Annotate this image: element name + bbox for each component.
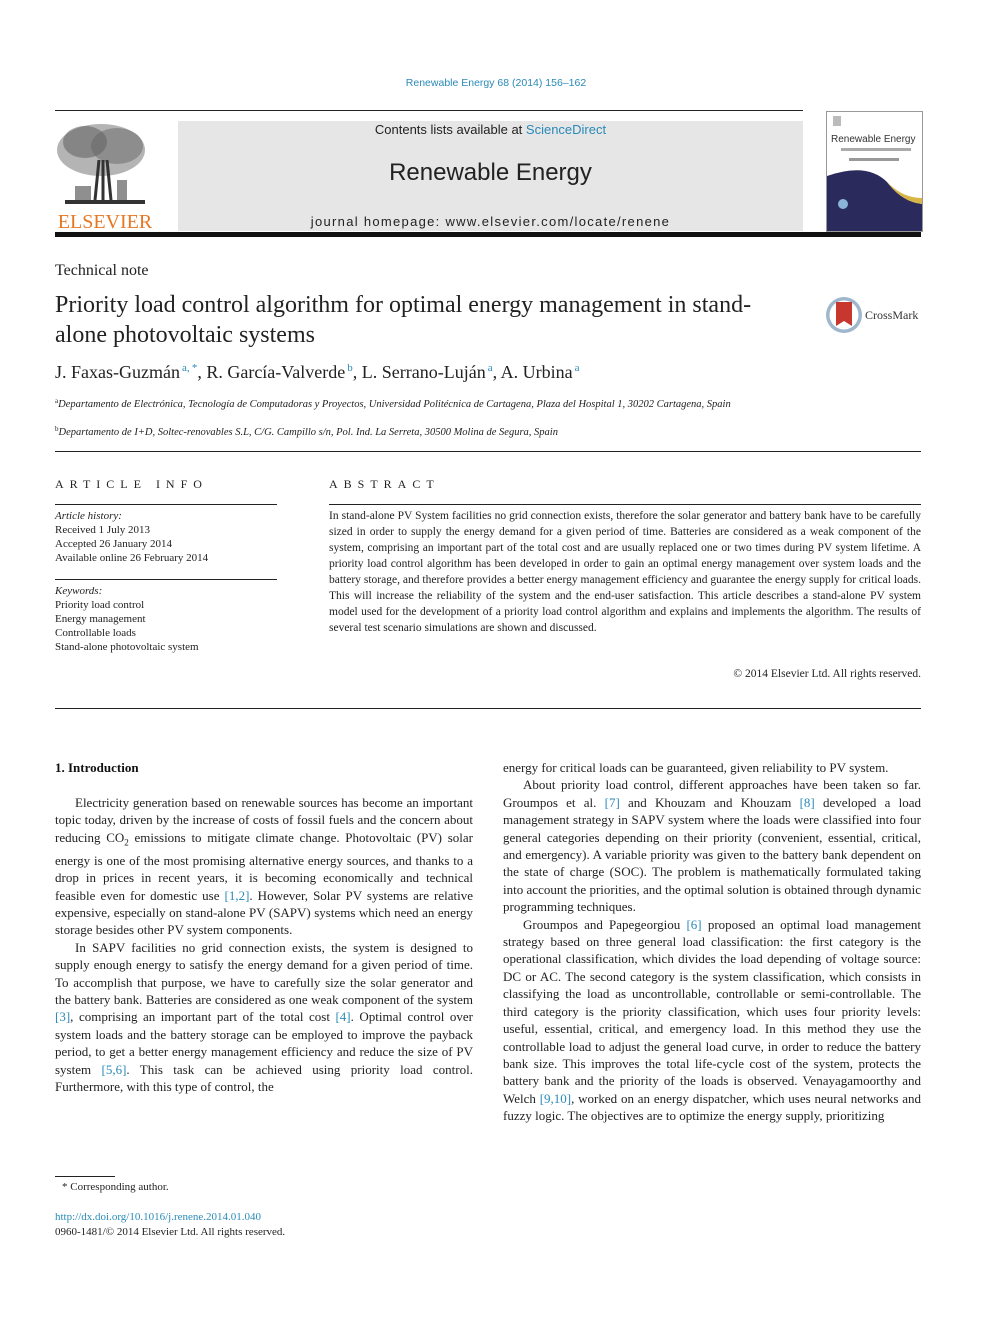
header-rule — [55, 110, 803, 111]
author-list: J. Faxas-Guzmán a, *, R. García-Valverde b… — [55, 362, 580, 382]
elsevier-logo[interactable]: ELSEVIER — [53, 118, 157, 234]
author[interactable]: L. Serrano-Luján a — [362, 362, 493, 382]
paragraph: energy for critical loads can be guarant… — [503, 760, 889, 775]
sciencedirect-link[interactable]: ScienceDirect — [526, 122, 606, 137]
history-received: Received 1 July 2013 — [55, 524, 151, 536]
article-type: Technical note — [55, 262, 149, 279]
author[interactable]: J. Faxas-Guzmán a, * — [55, 362, 197, 382]
article-history: Article history: Received 1 July 2013 Ac… — [55, 509, 277, 565]
abstract-heading: ABSTRACT — [329, 477, 440, 491]
citation-link[interactable]: [7] — [605, 795, 620, 810]
cover-editor-line — [849, 158, 899, 161]
author-affiliation-mark[interactable]: b — [347, 362, 353, 374]
history-online: Available online 26 February 2014 — [55, 552, 209, 564]
crossmark-icon — [826, 297, 862, 333]
right-column: energy for critical loads can be guarant… — [503, 759, 921, 1125]
citation-link[interactable]: [3] — [55, 1009, 70, 1024]
abstract-rule — [329, 504, 921, 505]
abstract-copyright: © 2014 Elsevier Ltd. All rights reserved… — [733, 668, 921, 680]
citation-link[interactable]: [8] — [800, 795, 815, 810]
keyword: Stand-alone photovoltaic system — [55, 641, 199, 653]
footnote-rule — [55, 1176, 115, 1177]
affiliation-b: bDepartamento de I+D, Soltec-renovables … — [55, 425, 558, 438]
paragraph: Groumpos and Papegeorgiou [6] proposed a… — [503, 916, 922, 1124]
header-thick-rule — [55, 232, 921, 237]
cover-wave-icon — [827, 116, 922, 231]
paragraph: About priority load control, different a… — [503, 777, 922, 915]
keywords: Keywords: Priority load control Energy m… — [55, 584, 277, 654]
citation-link[interactable]: [4] — [335, 1009, 350, 1024]
journal-homepage-link[interactable]: journal homepage: www.elsevier.com/locat… — [178, 214, 803, 229]
section-heading-introduction: 1. Introduction — [55, 760, 139, 775]
journal-title: Renewable Energy — [389, 159, 592, 186]
corresponding-author-footnote: * Corresponding author. — [62, 1181, 169, 1193]
left-column: Electricity generation based on renewabl… — [55, 794, 473, 1096]
keywords-label: Keywords: — [55, 585, 103, 597]
elsevier-wordmark: ELSEVIER — [57, 211, 153, 233]
citation-link[interactable]: [5,6] — [102, 1062, 127, 1077]
author[interactable]: A. Urbina a — [501, 362, 580, 382]
author-affiliation-mark[interactable]: a — [488, 362, 493, 374]
abstract-text: In stand-alone PV System facilities no g… — [329, 510, 921, 634]
journal-reference-link[interactable]: Renewable Energy 68 (2014) 156–162 — [0, 77, 992, 89]
keyword: Energy management — [55, 613, 146, 625]
author-affiliation-mark[interactable]: a, * — [182, 362, 197, 374]
history-accepted: Accepted 26 January 2014 — [55, 538, 172, 550]
elsevier-tree-icon — [57, 124, 145, 204]
crossmark-button[interactable]: CrossMark — [825, 296, 925, 336]
doi-link[interactable]: http://dx.doi.org/10.1016/j.renene.2014.… — [55, 1211, 261, 1223]
article-info-rule — [55, 504, 277, 505]
cover-title: Renewable Energy — [831, 134, 916, 145]
issn-copyright: 0960-1481/© 2014 Elsevier Ltd. All right… — [55, 1226, 286, 1238]
cover-subtitle-line — [841, 148, 911, 151]
keyword: Controllable loads — [55, 627, 136, 639]
article-title: Priority load control algorithm for opti… — [55, 292, 752, 348]
abstract-bottom-rule — [55, 708, 921, 709]
article-info-heading: ARTICLE INFO — [55, 477, 208, 491]
citation-link[interactable]: [6] — [686, 917, 701, 932]
author-affiliation-mark[interactable]: a — [575, 362, 580, 374]
journal-cover-thumbnail[interactable]: Renewable Energy — [826, 111, 923, 232]
paragraph: In SAPV facilities no grid connection ex… — [55, 939, 474, 1095]
title-block-rule — [55, 451, 921, 452]
paragraph: Electricity generation based on renewabl… — [55, 795, 473, 938]
citation-link[interactable]: [9,10] — [540, 1091, 571, 1106]
journal-banner: Contents lists available at ScienceDirec… — [178, 121, 803, 231]
crossmark-label: CrossMark — [865, 308, 919, 322]
contents-available-text: Contents lists available at ScienceDirec… — [374, 122, 607, 137]
citation-link[interactable]: [1,2] — [224, 888, 249, 903]
keyword: Priority load control — [55, 599, 145, 611]
author[interactable]: R. García-Valverde b — [206, 362, 352, 382]
keywords-rule — [55, 579, 277, 580]
affiliation-a: aDepartamento de Electrónica, Tecnología… — [55, 397, 731, 410]
article-history-label: Article history: — [55, 510, 122, 522]
